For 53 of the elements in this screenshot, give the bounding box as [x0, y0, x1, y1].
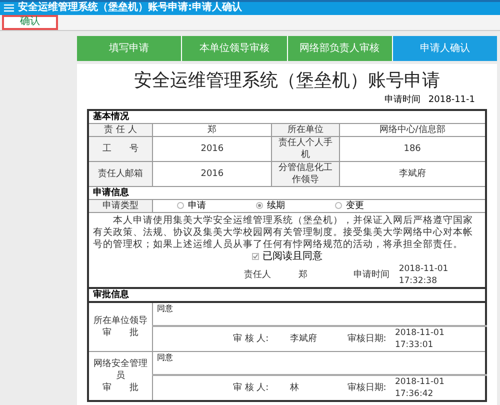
menu-icon[interactable] [4, 4, 14, 12]
signer-label: 责任人 [244, 268, 272, 280]
approval-label: 审 批 [101, 326, 140, 338]
radio-option[interactable]: 续期 [256, 200, 285, 212]
progress-step: 本单位领导审核 [181, 36, 286, 61]
review-date: 2018-11-01 17:33:01 [394, 326, 446, 350]
approval-comment: 同意 [156, 304, 173, 312]
form-title: 安全运维管理系统（堡垒机）账号申请 [133, 69, 441, 93]
review-date-label: 审核日期: [347, 382, 388, 394]
field-value: 2016 [200, 144, 224, 154]
apply-datetime: 2018-11-01 17:32:38 [398, 262, 450, 286]
field-value: 郑 [208, 124, 217, 134]
progress-step: 填写申请 [77, 36, 182, 61]
statement-text: 本人申请使用集美大学安全运维管理系统（堡垒机），并保证入网后严格遵守国家有关政策、法规、协议及集美大学校园网有关管理制度。接受集美大学网络中心对本帐号的管理权；如果上述运维人员从事了任何有悖网络规范的活动，将承担全部责任。 [93, 214, 474, 250]
header-title: 安全运维管理系统（堡垒机）账号申请:申请人确认 [18, 3, 242, 14]
section-heading: 审批信息 [93, 290, 129, 300]
reviewer-name: 林 [290, 382, 300, 394]
time-label: 申请时间 [353, 268, 390, 280]
signer-name: 郑 [298, 268, 309, 280]
field-value: 186 [404, 144, 421, 154]
field-label: 所在单位 [288, 124, 324, 134]
review-date: 2018-11-01 17:36:42 [394, 376, 446, 400]
reviewer-label: 审 核 人: [232, 382, 270, 394]
section-heading: 基本情况 [93, 112, 129, 122]
radio-icon[interactable] [176, 202, 184, 209]
section-heading: 申请信息 [93, 188, 129, 198]
apply-time: 2018-11-1 [428, 94, 475, 107]
progress-step: 申请人确认 [392, 36, 497, 61]
progress-step: 网络部负责人审核 [286, 36, 392, 61]
field-label: 责任人邮箱 [98, 168, 143, 178]
approval-label: 所在单位领导 [92, 314, 148, 326]
field-value: 网络中心/信息部 [379, 124, 446, 134]
reviewer-name: 李斌府 [290, 332, 318, 344]
confirm-button[interactable]: 确认 [2, 14, 58, 30]
field-label: 责任人个人手机 [278, 138, 333, 160]
radio-icon[interactable] [256, 202, 263, 209]
approval-comment: 同意 [156, 352, 173, 362]
field-value: 2016 [200, 168, 224, 178]
checkbox-icon[interactable] [252, 253, 258, 260]
field-label: 责 任 人 [104, 124, 137, 134]
reviewer-label: 审 核 人: [232, 332, 270, 344]
field-value: 李斌府 [398, 168, 426, 178]
radio-option[interactable]: 申请 [176, 200, 206, 212]
radio-icon[interactable] [334, 202, 342, 209]
apply-time-label: 申请时间 [384, 94, 420, 107]
field-label: 工 号 [102, 144, 138, 154]
approval-label: 审 批 [101, 382, 140, 394]
approval-label: 网络安全管理员 [92, 358, 148, 382]
review-date-label: 审核日期: [347, 332, 388, 344]
radio-option[interactable]: 变更 [334, 200, 364, 212]
field-label: 申请类型 [102, 200, 138, 210]
field-label: 分管信息化工作领导 [278, 162, 333, 184]
agree-checkbox[interactable]: 已阅读且同意 [252, 250, 322, 262]
